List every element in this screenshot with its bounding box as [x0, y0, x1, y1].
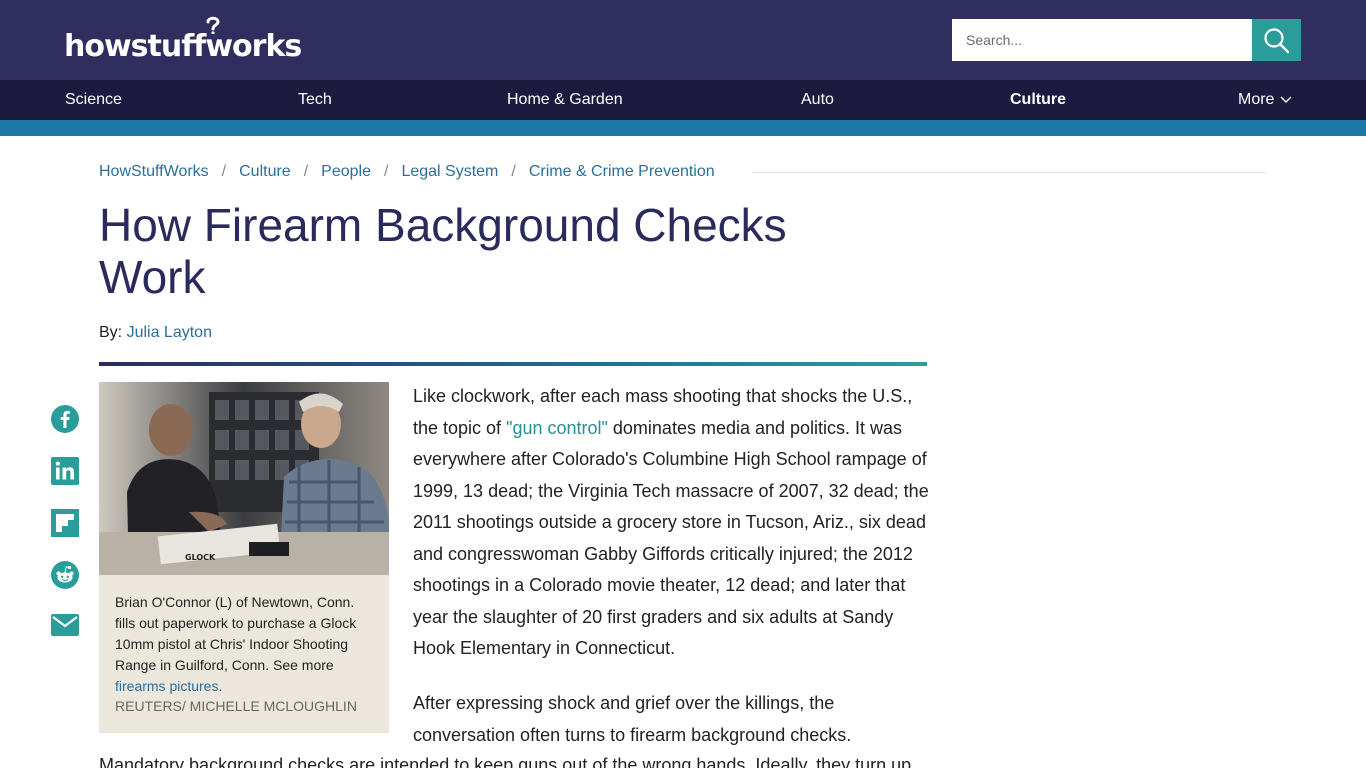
breadcrumb-separator: /	[511, 163, 516, 180]
author-link[interactable]: Julia Layton	[127, 324, 212, 341]
figure-caption: Brian O'Connor (L) of Newtown, Conn. fil…	[115, 592, 377, 697]
share-reddit-button[interactable]	[51, 561, 79, 589]
page-title: How Firearm Background Checks Work	[99, 199, 787, 303]
search-bar	[952, 19, 1301, 61]
search-input[interactable]	[952, 19, 1252, 61]
breadcrumb-separator: /	[303, 163, 309, 180]
site-header: howstuffworks	[0, 0, 1366, 80]
title-divider	[99, 362, 927, 366]
linkedin-icon	[51, 457, 79, 485]
nav-item-culture[interactable]: Culture	[1010, 80, 1066, 120]
breadcrumb-culture[interactable]: Culture	[239, 163, 291, 180]
breadcrumb-howstuffworks[interactable]: HowStuffWorks	[99, 163, 209, 180]
main-nav: Science Tech Home & Garden Auto Culture …	[0, 80, 1366, 120]
search-icon	[1264, 28, 1290, 54]
byline-label: By:	[99, 324, 123, 341]
caption-text: Brian O'Connor (L) of Newtown, Conn. fil…	[115, 594, 357, 673]
para1-end: dominates media and politics. It was eve…	[413, 417, 929, 659]
search-button[interactable]	[1252, 19, 1301, 61]
nav-item-home-garden[interactable]: Home & Garden	[507, 80, 623, 120]
article-paragraph: After expressing shock and grief over th…	[413, 693, 852, 745]
logo-wordmark: howstuffworks	[64, 29, 302, 64]
article-paragraph: Mandatory background checks are intended…	[99, 755, 912, 768]
share-email-button[interactable]	[51, 611, 79, 639]
header-accent-stripe	[0, 120, 1366, 136]
byline: By: Julia Layton	[99, 323, 212, 343]
flipboard-icon	[51, 509, 79, 537]
breadcrumb-people[interactable]: People	[321, 163, 371, 180]
nav-item-auto[interactable]: Auto	[801, 80, 834, 120]
facebook-icon	[51, 405, 79, 433]
article-paragraph: Like clockwork, after each mass shooting…	[413, 381, 933, 665]
nav-item-tech[interactable]: Tech	[298, 80, 332, 120]
article-figure: GLOCK Brian O'Connor (L) of Newtown, Con…	[99, 382, 389, 733]
breadcrumb-legal-system[interactable]: Legal System	[401, 163, 498, 180]
site-logo[interactable]: howstuffworks	[64, 16, 302, 64]
breadcrumb-crime-prevention[interactable]: Crime & Crime Prevention	[529, 163, 715, 180]
email-icon	[51, 614, 79, 636]
svg-text:GLOCK: GLOCK	[185, 553, 216, 562]
breadcrumb-divider	[752, 172, 1267, 173]
figure-credit: REUTERS/ MICHELLE MCLOUGHLIN	[115, 698, 357, 714]
share-facebook-button[interactable]	[51, 405, 79, 433]
chevron-down-icon	[1280, 96, 1292, 103]
reddit-icon	[51, 561, 79, 589]
breadcrumb-separator: /	[383, 163, 389, 180]
breadcrumb-separator: /	[221, 163, 227, 180]
breadcrumb: HowStuffWorks / Culture / People / Legal Syste…	[99, 160, 715, 184]
caption-end: .	[218, 678, 223, 694]
article-photo[interactable]: GLOCK	[99, 382, 389, 575]
caption-link[interactable]: firearms pictures	[115, 678, 218, 694]
logo-question-mark-icon	[206, 16, 220, 34]
nav-more-label: More	[1238, 91, 1275, 108]
nav-item-more[interactable]: More	[1238, 80, 1292, 120]
nav-item-science[interactable]: Science	[65, 80, 122, 120]
share-linkedin-button[interactable]	[51, 457, 79, 485]
share-flipboard-button[interactable]	[51, 509, 79, 537]
gun-control-link[interactable]: "gun control"	[506, 418, 608, 438]
gun-store-photo: GLOCK	[99, 382, 389, 575]
